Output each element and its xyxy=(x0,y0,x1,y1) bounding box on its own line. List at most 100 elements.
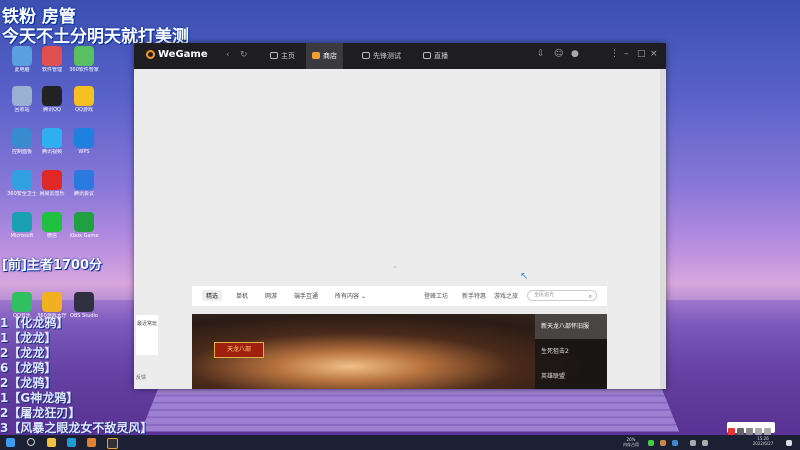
pioneer-icon xyxy=(362,52,370,59)
store-link-newbie[interactable]: 新手特惠 xyxy=(462,291,486,300)
volume-icon[interactable] xyxy=(702,440,708,446)
start-icon[interactable] xyxy=(6,438,15,447)
banner-game-list: 新天龙八部怀旧服 生死狙击2 英雄联盟 xyxy=(535,314,607,389)
store-tab-online[interactable]: 网游 xyxy=(265,291,277,300)
download-icon[interactable]: ⇩ xyxy=(537,49,545,59)
network-icon[interactable] xyxy=(690,440,696,446)
app-icon xyxy=(12,86,32,106)
file-explorer-icon[interactable] xyxy=(47,438,56,447)
live-icon xyxy=(423,52,431,59)
scrollbar[interactable] xyxy=(660,69,666,389)
store-link-journey[interactable]: 游戏之旅 xyxy=(494,291,518,300)
store-tab-all-label: 所有内容 xyxy=(335,293,360,300)
ime-toolbar[interactable] xyxy=(727,422,775,435)
tab-store[interactable]: 商店 xyxy=(306,43,343,69)
menu-icon[interactable]: ⋮ xyxy=(610,49,619,59)
desktop-icon-label: 控制面板 xyxy=(11,149,32,155)
memory-label: 内存占用 xyxy=(623,442,639,447)
desktop-icon[interactable]: OBS Studio xyxy=(68,292,100,319)
banner-item[interactable]: 英雄联盟 xyxy=(535,364,607,389)
tab-pioneer-label: 先锋测试 xyxy=(373,52,401,60)
notification-icon[interactable] xyxy=(786,440,792,446)
app-icon xyxy=(42,170,62,190)
store-tab-featured[interactable]: 精选 xyxy=(202,290,223,301)
clock[interactable]: 15:26 2022/6/27 xyxy=(746,436,780,446)
banner-game-logo: 天龙八部 xyxy=(214,342,264,358)
memory-usage: 26% 内存占用 xyxy=(618,437,644,447)
edge-icon[interactable] xyxy=(67,438,76,447)
desktop-icon[interactable]: Microsoft Edge xyxy=(6,212,38,239)
desktop-icon[interactable]: WPS xyxy=(68,128,100,155)
desktop-icon[interactable]: 腾讯QQ xyxy=(36,86,68,113)
app-icon xyxy=(42,212,62,232)
desktop-icon[interactable]: 腾讯视频 xyxy=(36,128,68,155)
desktop-icon[interactable]: 360安全卫士 xyxy=(6,170,38,197)
desktop-icon[interactable]: QQ音乐 xyxy=(6,292,38,319)
store-tab-crossplay[interactable]: 端手互通 xyxy=(294,291,318,300)
store-tab-all[interactable]: 所有内容 ⌄ xyxy=(335,291,366,300)
desktop-icon[interactable]: 腾讯会议 xyxy=(68,170,100,197)
desktop-icon-label: 腾讯视频 xyxy=(41,149,62,155)
avatar-icon[interactable]: ● xyxy=(571,49,579,59)
cursor-icon: ↖ xyxy=(520,271,529,282)
maximize-icon[interactable]: □ xyxy=(637,49,646,59)
app-icon xyxy=(74,128,94,148)
app-icon xyxy=(42,128,62,148)
desktop-icon-label: QQ音乐 xyxy=(13,313,31,319)
desktop-icon[interactable]: 360游戏大厅 xyxy=(36,292,68,319)
tab-store-label: 商店 xyxy=(323,52,337,60)
recent-played-card[interactable]: 最近常玩 xyxy=(136,315,158,355)
desktop-icon[interactable]: Xbox Game xyxy=(68,212,100,239)
ime-mode-icon[interactable] xyxy=(737,428,744,435)
taskbar: 26% 内存占用 15:26 2022/6/27 xyxy=(0,435,800,450)
desktop-icon[interactable]: 回收站 xyxy=(6,86,38,113)
minimize-icon[interactable]: – xyxy=(624,49,629,59)
wegame-taskbar-icon[interactable] xyxy=(107,438,118,449)
desktop-icon-label: 软件管理 xyxy=(41,67,62,73)
desktop-icon[interactable]: QQ游戏 xyxy=(68,86,100,113)
store-nav-bar: 精选 单机 网游 端手互通 所有内容 ⌄ 登峰工坊 新手特惠 游戏之旅 全民追光… xyxy=(192,286,607,306)
ime-punct-icon[interactable] xyxy=(746,428,753,435)
tab-home[interactable]: 主页 xyxy=(264,43,301,69)
wegame-logo-text: WeGame xyxy=(158,49,208,60)
desktop-icon[interactable]: 控制面板 xyxy=(6,128,38,155)
friends-icon[interactable]: ☺ xyxy=(554,49,563,59)
tab-pioneer-test[interactable]: 先锋测试 xyxy=(356,43,407,69)
tab-live[interactable]: 直播 xyxy=(417,43,454,69)
search-input[interactable]: 全民追光 ⌕ xyxy=(527,290,597,301)
store-tab-single[interactable]: 单机 xyxy=(236,291,248,300)
search-placeholder: 全民追光 xyxy=(534,292,555,298)
search-icon[interactable]: ⌕ xyxy=(589,292,592,301)
desktop-icon[interactable]: 微信 xyxy=(36,212,68,239)
app-icon xyxy=(42,86,62,106)
refresh-icon[interactable]: ↻ xyxy=(240,50,248,60)
app-icon[interactable] xyxy=(87,438,96,447)
desktop-icon[interactable]: 此电脑 xyxy=(6,46,38,73)
ime-settings-icon[interactable] xyxy=(764,428,771,435)
tray-icon[interactable] xyxy=(648,440,654,446)
desktop-icon[interactable]: 软件管理 xyxy=(36,46,68,73)
feedback-link[interactable]: 反馈 xyxy=(136,374,146,381)
wegame-logo[interactable]: WeGame xyxy=(146,49,208,60)
app-icon xyxy=(42,292,62,312)
desktop-icon-label: OBS Studio xyxy=(70,313,98,319)
desktop-icon-label: 网易云音乐 xyxy=(39,191,65,197)
store-link-workshop[interactable]: 登峰工坊 xyxy=(424,291,448,300)
featured-banner[interactable]: 天龙八部 新天龙八部怀旧服 生死狙击2 英雄联盟 xyxy=(192,314,607,389)
ime-keyboard-icon[interactable] xyxy=(755,428,762,435)
app-icon xyxy=(12,212,32,232)
sogou-icon[interactable] xyxy=(728,428,735,435)
search-icon[interactable] xyxy=(27,438,35,446)
collapse-icon[interactable]: ⌃ xyxy=(392,265,399,274)
banner-item[interactable]: 新天龙八部怀旧服 xyxy=(535,314,607,339)
desktop-icon[interactable]: 360软件管家 xyxy=(68,46,100,73)
tray-icon[interactable] xyxy=(660,440,666,446)
store-icon xyxy=(312,52,320,59)
app-icon xyxy=(74,170,94,190)
tab-live-label: 直播 xyxy=(434,52,448,60)
back-icon[interactable]: ‹ xyxy=(226,50,230,60)
banner-item[interactable]: 生死狙击2 xyxy=(535,339,607,364)
desktop-icon[interactable]: 网易云音乐 xyxy=(36,170,68,197)
tray-icon[interactable] xyxy=(672,440,678,446)
close-icon[interactable]: × xyxy=(650,49,658,59)
